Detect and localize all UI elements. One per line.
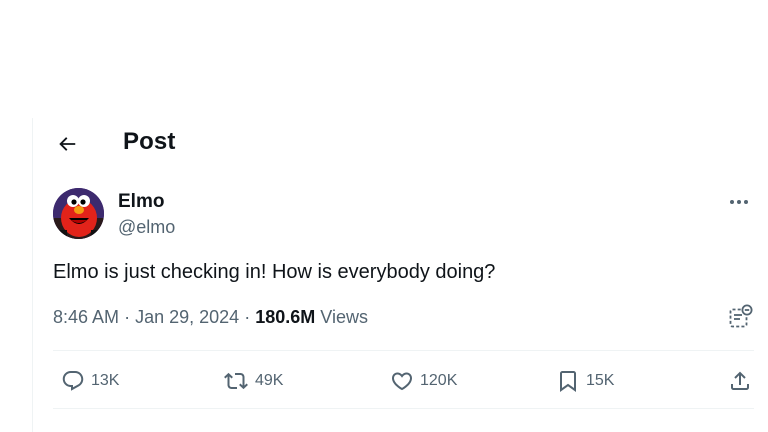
meta-separator: · [244,307,251,327]
reply-count: 13K [91,372,120,389]
heart-icon [391,372,413,391]
repost-button[interactable]: 49K [223,362,283,400]
post-date[interactable]: Jan 29, 2024 [135,307,239,327]
elmo-avatar-icon [53,188,104,239]
divider [53,350,754,351]
like-button[interactable]: 120K [390,362,457,400]
post-time[interactable]: 8:46 AM [53,307,119,327]
reply-icon [62,371,84,391]
back-button[interactable] [49,126,85,162]
avatar[interactable] [53,188,104,239]
meta-separator: · [124,307,131,327]
author-handle[interactable]: @elmo [118,217,175,238]
bookmark-icon [560,371,576,392]
post-actions: 13K 49K 120K 15K [53,362,754,400]
reply-button[interactable]: 13K [61,362,119,400]
page-title: Post [123,128,176,155]
post-text: Elmo is just checking in! How is everybo… [53,261,496,283]
analytics-button[interactable] [728,304,754,330]
share-icon [731,371,749,390]
views-count: 180.6M [255,307,316,327]
bookmark-button[interactable]: 15K [556,362,614,400]
post-metadata: 8:46 AM · Jan 29, 2024 · 180.6M Views [53,307,368,328]
arrow-left-icon [59,137,76,151]
bookmark-count: 15K [586,372,615,389]
repost-count: 49K [255,372,284,389]
post-detail-column: Post Elmo @elmo Elmo is just checking in… [32,118,768,432]
views-label: Views [320,307,368,327]
more-options-button[interactable] [724,190,754,214]
repost-icon [224,372,248,390]
share-button[interactable] [728,362,752,400]
like-count: 120K [420,372,458,389]
author-display-name[interactable]: Elmo [118,191,164,213]
more-horizontal-icon [730,200,748,204]
post-header: Post [33,118,768,166]
analytics-icon [729,304,753,328]
divider [53,408,754,409]
